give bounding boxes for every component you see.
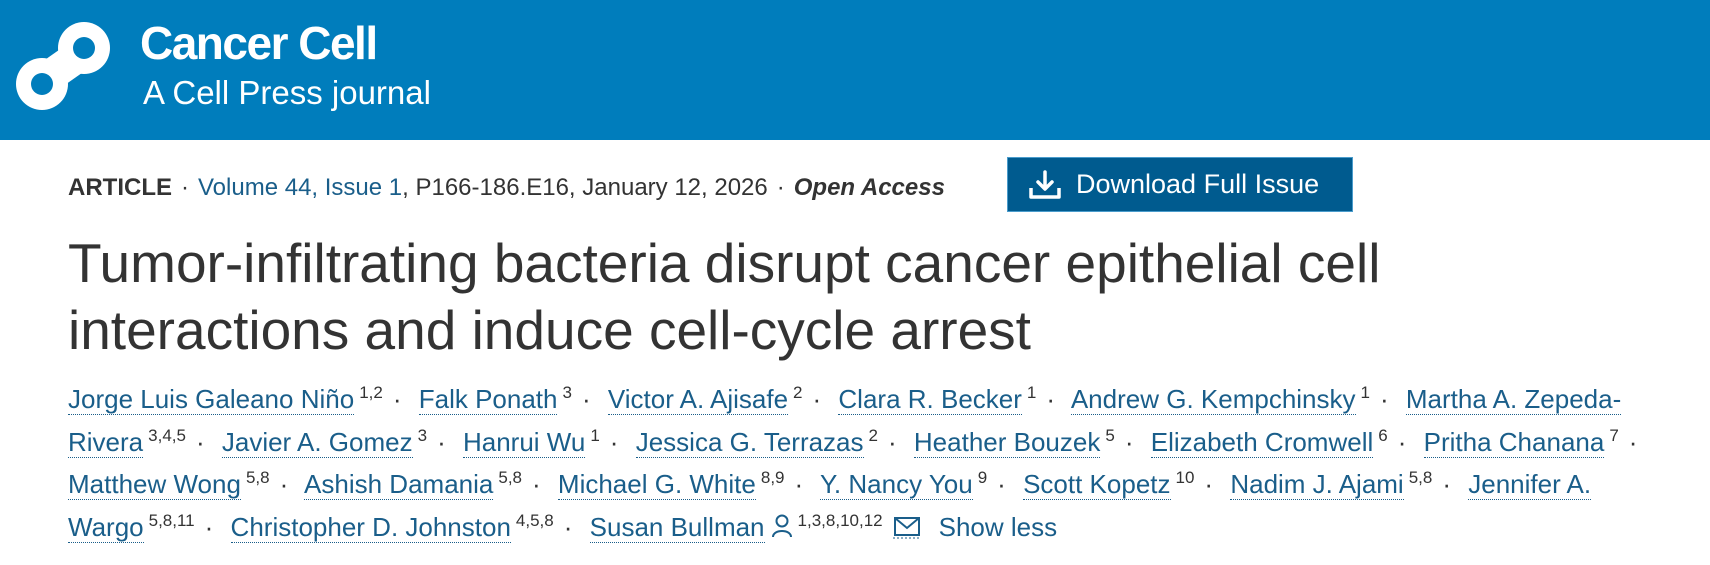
author-item: Andrew G. Kempchinsky 1 <box>1070 383 1370 415</box>
author-affiliation: 5,8 <box>245 468 270 487</box>
journal-subtitle: A Cell Press journal <box>143 74 431 111</box>
pages-date: , P166-186.E16, January 12, 2026 <box>402 174 768 201</box>
author-separator: · <box>1124 426 1134 457</box>
author-affiliation: 7 <box>1609 425 1619 445</box>
author-name-link[interactable]: Clara R. Becker <box>838 384 1022 415</box>
author-list: Jorge Luis Galeano Niño 1,2 · Falk Ponath 3… <box>68 378 1668 548</box>
author-item: Victor A. Ajisafe 2 <box>607 383 803 415</box>
author-separator: · <box>437 426 446 457</box>
author-name-link[interactable]: Elizabeth Cromwell <box>1150 426 1374 458</box>
download-icon <box>1029 169 1061 199</box>
author-affiliation: 3 <box>562 383 572 402</box>
author-item: Scott Kopetz 10 <box>1023 468 1195 500</box>
author-affiliation: 1,3,8,10,12 <box>797 510 883 530</box>
author-separator: · <box>581 384 591 414</box>
meta-separator: · <box>776 174 785 201</box>
mail-icon[interactable] <box>892 515 921 539</box>
author-separator: · <box>1628 426 1638 457</box>
author-item: Michael G. White 8,9 <box>557 468 785 500</box>
author-affiliation: 1 <box>590 425 600 445</box>
author-name-link[interactable]: Michael G. White <box>557 469 756 500</box>
author-name-link[interactable]: Matthew Wong <box>68 469 241 500</box>
show-less-button[interactable]: Show less <box>939 512 1058 542</box>
author-affiliation: 3 <box>417 425 428 445</box>
author-item: Pritha Chanana 7 <box>1423 425 1619 458</box>
author-separator: · <box>1204 469 1214 499</box>
author-separator: · <box>195 426 205 457</box>
person-icon[interactable] <box>771 514 793 538</box>
author-separator: · <box>812 384 822 414</box>
author-affiliation: 5,8,11 <box>148 510 195 530</box>
author-name-link[interactable]: Ashish Damania <box>304 469 494 500</box>
author-separator: · <box>1046 384 1056 414</box>
author-affiliation: 5,8 <box>1408 468 1433 487</box>
author-item: Hanrui Wu 1 <box>462 425 600 458</box>
author-item: Falk Ponath 3 <box>418 383 572 415</box>
author-separator: · <box>609 426 619 457</box>
author-separator: · <box>1442 469 1452 499</box>
author-separator: · <box>888 426 897 457</box>
site-header: Cancer Cell A Cell Press journal <box>0 0 1710 140</box>
author-separator: · <box>794 469 804 499</box>
author-name-link[interactable]: Christopher D. Johnston <box>230 511 511 543</box>
author-name-link[interactable]: Pritha Chanana <box>1423 426 1605 458</box>
author-separator: · <box>1379 384 1389 414</box>
author-item: Javier A. Gomez 3 <box>221 425 428 458</box>
author-item: Matthew Wong 5,8 <box>68 468 270 500</box>
author-affiliation: 1 <box>1026 383 1037 402</box>
author-name-link[interactable]: Victor A. Ajisafe <box>607 384 789 415</box>
author-name-link[interactable]: Y. Nancy You <box>819 469 973 500</box>
download-label: Download Full Issue <box>1076 169 1320 199</box>
author-name-link[interactable]: Nadim J. Ajami <box>1230 469 1404 500</box>
cell-press-logo-icon[interactable] <box>12 14 116 118</box>
author-affiliation: 2 <box>868 425 878 445</box>
author-affiliation: 2 <box>793 383 803 402</box>
author-affiliation: 3,4,5 <box>148 425 186 445</box>
author-item: Ashish Damania 5,8 <box>304 468 522 500</box>
article-type: ARTICLE <box>68 174 172 201</box>
author-affiliation: 5 <box>1105 425 1115 445</box>
author-item: Clara R. Becker 1 <box>838 383 1037 415</box>
author-item: Elizabeth Cromwell 6 <box>1150 425 1388 458</box>
author-affiliation: 10 <box>1175 468 1195 487</box>
author-affiliation: 1 <box>1360 383 1370 402</box>
author-affiliation: 6 <box>1378 425 1388 445</box>
author-item: Jessica G. Terrazas 2 <box>635 425 878 458</box>
author-separator: · <box>279 469 289 499</box>
author-name-link[interactable]: Jorge Luis Galeano Niño <box>68 384 355 415</box>
meta-separator: · <box>181 174 189 201</box>
author-name-link[interactable]: Susan Bullman <box>589 511 765 543</box>
author-affiliation: 5,8 <box>498 468 522 487</box>
author-separator: · <box>563 511 573 542</box>
author-name-link[interactable]: Hanrui Wu <box>462 426 586 458</box>
author-affiliation: 8,9 <box>760 468 785 487</box>
author-item: Christopher D. Johnston 4,5,8 <box>230 510 554 543</box>
author-name-link[interactable]: Falk Ponath <box>418 384 558 415</box>
author-name-link[interactable]: Jessica G. Terrazas <box>635 426 864 458</box>
author-affiliation: 1,2 <box>359 383 383 402</box>
author-name-link[interactable]: Javier A. Gomez <box>221 426 413 458</box>
author-affiliation: 4,5,8 <box>515 510 554 530</box>
author-item: Y. Nancy You 9 <box>819 468 988 500</box>
author-item: Heather Bouzek 5 <box>913 425 1115 458</box>
author-separator: · <box>204 511 214 542</box>
author-item: Susan Bullman 1,3,8,10,12 <box>589 510 883 543</box>
author-name-link[interactable]: Heather Bouzek <box>913 426 1101 458</box>
author-separator: · <box>532 469 541 499</box>
journal-name[interactable]: Cancer Cell <box>140 16 378 70</box>
author-name-link[interactable]: Scott Kopetz <box>1023 469 1171 500</box>
author-separator: · <box>1397 426 1407 457</box>
author-separator: · <box>392 384 402 414</box>
author-item: Jorge Luis Galeano Niño 1,2 <box>68 383 383 415</box>
article-meta: ARTICLE · Volume 44, Issue 1, P166-186.E16… <box>68 174 945 202</box>
article-title: Tumor-infiltrating bacteria disrupt canc… <box>68 232 1381 361</box>
author-name-link[interactable]: Andrew G. Kempchinsky <box>1070 384 1356 415</box>
author-separator: · <box>997 469 1006 499</box>
volume-issue-link[interactable]: Volume 44, Issue 1 <box>198 174 402 201</box>
download-full-issue-button[interactable]: Download Full Issue <box>1007 157 1353 212</box>
author-affiliation: 9 <box>977 468 988 487</box>
open-access-label: Open Access <box>793 174 945 201</box>
author-item: Nadim J. Ajami 5,8 <box>1230 468 1433 500</box>
